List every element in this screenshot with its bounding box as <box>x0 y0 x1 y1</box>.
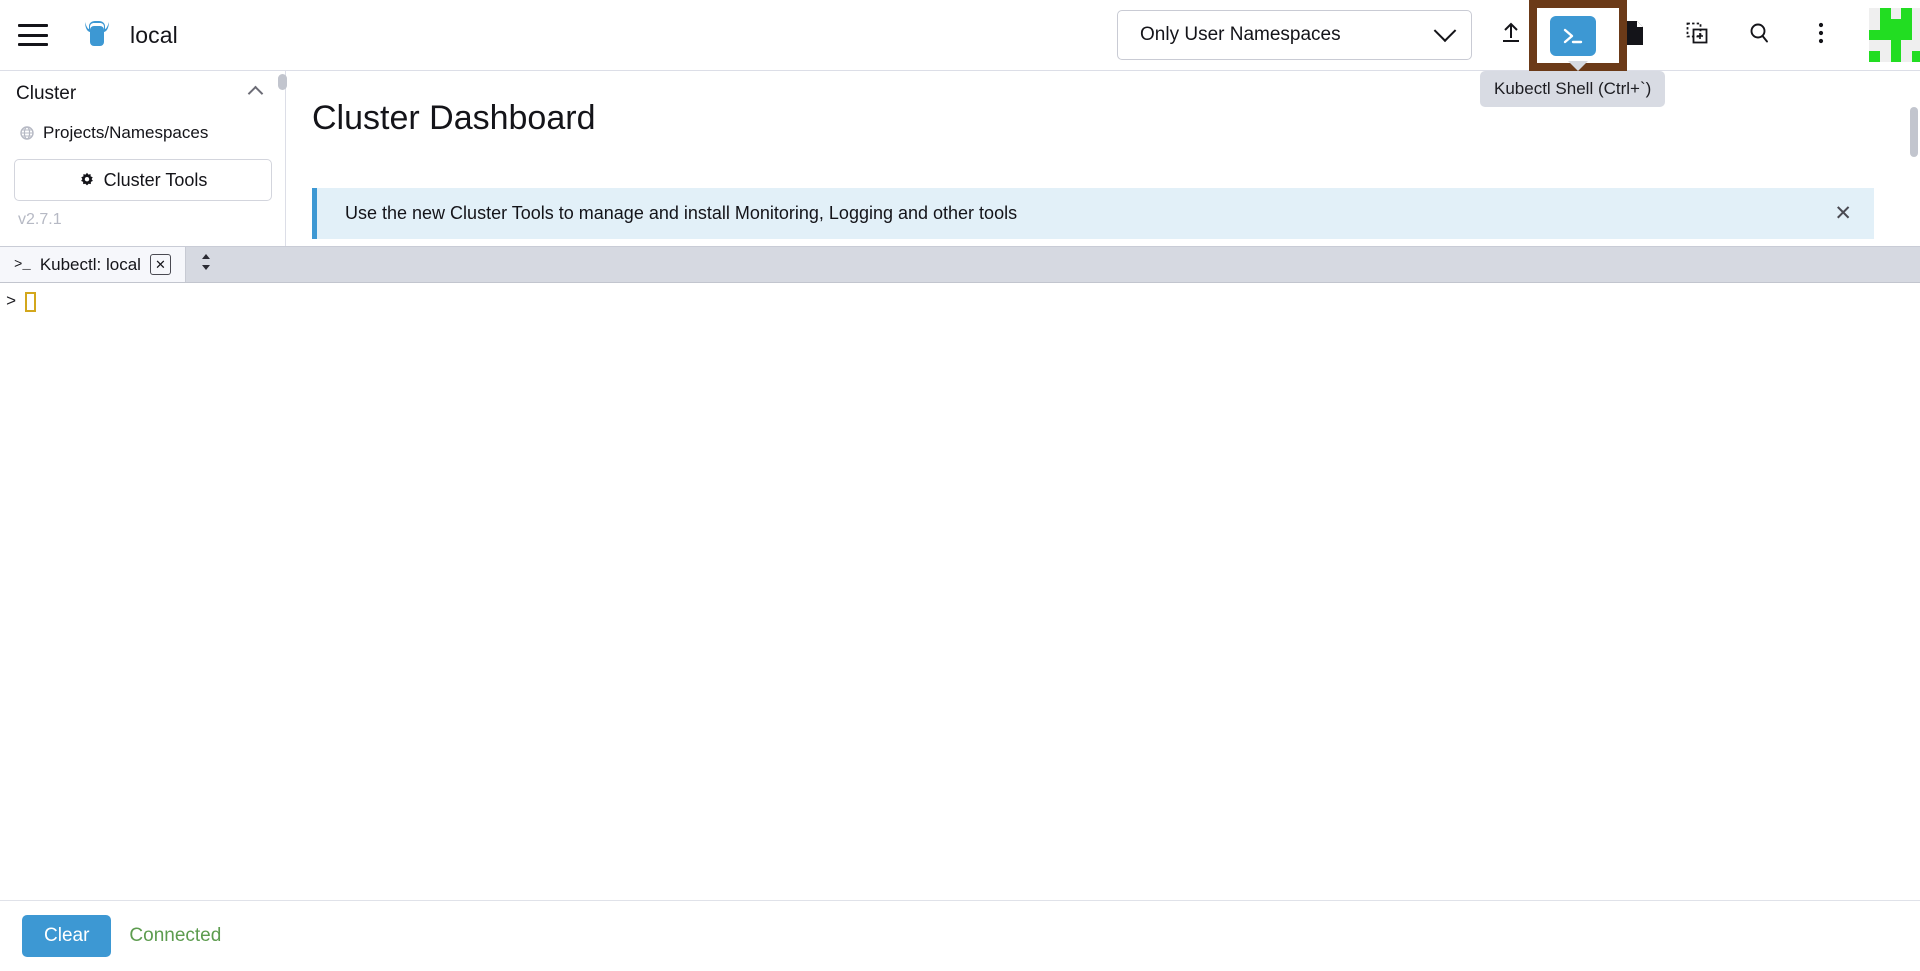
main-content-area: Cluster Dashboard Use the new Cluster To… <box>287 71 1920 253</box>
more-actions-button[interactable] <box>1790 0 1852 71</box>
shell-footer-bar: Clear Connected <box>0 900 1920 971</box>
globe-icon <box>20 126 34 140</box>
copy-kubeconfig-button[interactable] <box>1604 0 1666 71</box>
avatar-cell <box>1912 30 1920 41</box>
rancher-bull-logo-icon <box>80 18 114 52</box>
sidebar-scrollbar-thumb[interactable] <box>278 74 287 90</box>
cluster-brand[interactable]: local <box>80 18 178 52</box>
dashed-copy-icon <box>1685 21 1709 50</box>
download-kubeconfig-button[interactable] <box>1666 0 1728 71</box>
terminal-output-area[interactable]: > <box>0 283 1920 900</box>
terminal-prompt-icon: >_ <box>14 257 31 273</box>
terminal-cursor <box>25 292 36 312</box>
hamburger-bar <box>18 24 48 27</box>
main-scrollbar-thumb[interactable] <box>1910 107 1918 157</box>
avatar-cell <box>1912 19 1920 30</box>
gear-icon <box>79 172 95 188</box>
shell-tab-close-icon[interactable]: ✕ <box>150 254 171 275</box>
page-title: Cluster Dashboard <box>312 99 1920 138</box>
shell-panel-resize-button[interactable] <box>186 247 226 282</box>
avatar-cell <box>1901 30 1912 41</box>
namespace-filter-dropdown[interactable]: Only User Namespaces <box>1117 10 1472 60</box>
cluster-name-label: local <box>130 22 178 49</box>
left-sidebar: Cluster Projects/Namespaces Cluster Tool <box>0 71 286 253</box>
terminal-prompt-symbol: > <box>6 293 16 312</box>
shell-tab-bar: >_ Kubectl: local ✕ <box>0 247 1920 283</box>
chevron-down-icon <box>1434 19 1457 42</box>
avatar-cell <box>1912 8 1920 19</box>
avatar-cell <box>1891 19 1902 30</box>
user-avatar[interactable] <box>1869 8 1920 62</box>
shell-tab-kubectl-local[interactable]: >_ Kubectl: local ✕ <box>0 247 186 282</box>
avatar-cell <box>1869 19 1880 30</box>
banner-close-icon[interactable]: ✕ <box>1834 203 1852 224</box>
banner-message: Use the new Cluster Tools to manage and … <box>345 203 1017 224</box>
kubectl-shell-panel: >_ Kubectl: local ✕ > Clear Conn <box>0 246 1920 971</box>
hamburger-bar <box>18 34 48 37</box>
avatar-cell <box>1869 40 1880 51</box>
kubectl-shell-icon <box>1550 16 1596 56</box>
avatar-cell <box>1912 40 1920 51</box>
search-button[interactable] <box>1728 0 1790 71</box>
upload-arrow-icon <box>1499 21 1523 50</box>
avatar-cell <box>1869 30 1880 41</box>
avatar-cell <box>1869 8 1880 19</box>
cluster-tools-info-banner: Use the new Cluster Tools to manage and … <box>312 188 1874 239</box>
rancher-cluster-dashboard-page: local Only User Namespaces <box>0 0 1920 971</box>
terminal-prompt-line: > <box>6 291 1920 313</box>
avatar-cell <box>1869 51 1880 62</box>
hamburger-bar <box>18 43 48 46</box>
sidebar-item-projects-namespaces[interactable]: Projects/Namespaces <box>14 116 271 150</box>
sidebar-scrollbar[interactable] <box>278 71 287 253</box>
kebab-dots-icon <box>1818 21 1824 50</box>
avatar-cell <box>1880 19 1891 30</box>
clear-button[interactable]: Clear <box>22 915 111 957</box>
sidebar-group-cluster[interactable]: Cluster <box>14 71 271 116</box>
avatar-cell <box>1880 51 1891 62</box>
avatar-cell <box>1912 51 1920 62</box>
header-icon-toolbar <box>1480 0 1852 71</box>
sidebar-group-label: Cluster <box>16 83 76 105</box>
avatar-cell <box>1891 40 1902 51</box>
cluster-tools-label: Cluster Tools <box>104 170 208 191</box>
avatar-cell <box>1891 30 1902 41</box>
avatar-cell <box>1901 19 1912 30</box>
kubectl-shell-tooltip: Kubectl Shell (Ctrl+`) <box>1480 71 1665 107</box>
namespace-filter-value: Only User Namespaces <box>1140 24 1341 46</box>
connection-status-label: Connected <box>129 925 221 947</box>
avatar-cell <box>1901 8 1912 19</box>
avatar-cell <box>1891 51 1902 62</box>
avatar-cell <box>1891 8 1902 19</box>
sidebar-item-label: Projects/Namespaces <box>43 123 208 143</box>
main-scrollbar[interactable] <box>1910 107 1918 253</box>
avatar-cell <box>1880 8 1891 19</box>
avatar-cell <box>1880 40 1891 51</box>
search-icon <box>1747 21 1771 50</box>
expand-collapse-icon <box>199 252 213 277</box>
kubectl-shell-button[interactable] <box>1542 0 1604 71</box>
import-yaml-button[interactable] <box>1480 0 1542 71</box>
shell-tab-label: Kubectl: local <box>40 255 141 275</box>
version-label: v2.7.1 <box>14 211 271 229</box>
file-page-icon <box>1624 20 1646 51</box>
avatar-cell <box>1901 51 1912 62</box>
top-header-bar: local Only User Namespaces <box>0 0 1920 71</box>
avatar-cell <box>1901 40 1912 51</box>
cluster-tools-button[interactable]: Cluster Tools <box>14 159 272 201</box>
chevron-up-icon[interactable] <box>248 86 264 102</box>
hamburger-menu-icon[interactable] <box>18 24 48 46</box>
avatar-cell <box>1880 30 1891 41</box>
